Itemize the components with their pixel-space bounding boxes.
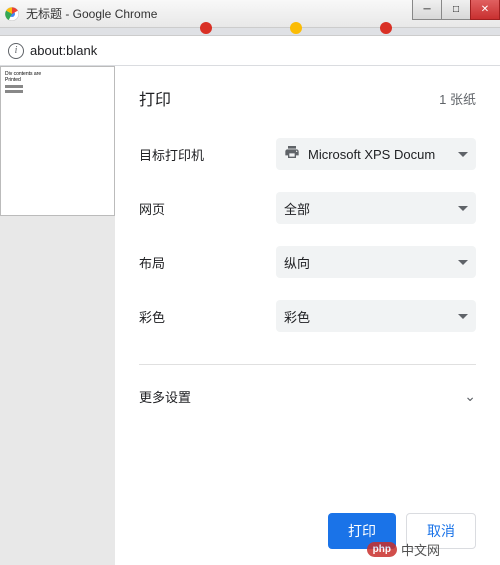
layout-label: 布局 — [139, 253, 219, 272]
print-dialog: Div contents are Printed 打印 1 张纸 目标打印机 M… — [0, 66, 500, 565]
color-value: 彩色 — [284, 307, 458, 326]
sheet-count: 1 张纸 — [439, 89, 476, 108]
watermark-text: 中文网 — [401, 540, 440, 559]
close-button[interactable]: ✕ — [470, 0, 500, 20]
print-title: 打印 — [139, 86, 171, 110]
print-button-label: 打印 — [348, 521, 376, 541]
row-layout: 布局 纵向 — [139, 246, 476, 278]
chevron-down-icon — [458, 260, 468, 265]
preview-content-line — [5, 85, 23, 88]
maximize-button[interactable]: □ — [441, 0, 471, 20]
chevron-down-icon — [458, 314, 468, 319]
window-title: 无标题 - Google Chrome — [26, 5, 157, 22]
preview-content-line — [5, 90, 23, 93]
cancel-button-label: 取消 — [427, 521, 455, 541]
more-settings-toggle[interactable]: 更多设置 ⌄ — [139, 383, 476, 410]
chevron-down-icon — [458, 206, 468, 211]
print-header: 打印 1 张纸 — [139, 86, 476, 110]
row-destination: 目标打印机 Microsoft XPS Docum — [139, 138, 476, 170]
color-label: 彩色 — [139, 307, 219, 326]
site-info-icon[interactable]: i — [8, 43, 24, 59]
url-text[interactable]: about:blank — [30, 43, 97, 58]
destination-value: Microsoft XPS Docum — [308, 147, 458, 162]
window-titlebar: 无标题 - Google Chrome ─ □ ✕ — [0, 0, 500, 28]
destination-select[interactable]: Microsoft XPS Docum — [276, 138, 476, 170]
window-controls: ─ □ ✕ — [413, 0, 500, 20]
pages-value: 全部 — [284, 199, 458, 218]
destination-label: 目标打印机 — [139, 145, 219, 164]
more-settings-label: 更多设置 — [139, 387, 191, 406]
preview-text-line: Printed — [5, 77, 110, 83]
row-pages: 网页 全部 — [139, 192, 476, 224]
separator — [139, 364, 476, 365]
chrome-favicon — [4, 6, 20, 22]
printer-icon — [284, 144, 300, 165]
print-preview-pane: Div contents are Printed — [0, 66, 115, 565]
tab-favicon[interactable] — [290, 22, 302, 34]
preview-page[interactable]: Div contents are Printed — [0, 66, 115, 216]
chevron-down-icon — [458, 152, 468, 157]
watermark-badge: php — [367, 542, 397, 557]
minimize-button[interactable]: ─ — [412, 0, 442, 20]
layout-value: 纵向 — [284, 253, 458, 272]
color-select[interactable]: 彩色 — [276, 300, 476, 332]
watermark: php 中文网 — [367, 540, 440, 559]
row-color: 彩色 彩色 — [139, 300, 476, 332]
address-bar: i about:blank — [0, 36, 500, 66]
tab-favicon[interactable] — [200, 22, 212, 34]
pages-label: 网页 — [139, 199, 219, 218]
pages-select[interactable]: 全部 — [276, 192, 476, 224]
chevron-down-icon: ⌄ — [464, 388, 476, 405]
tab-favicon[interactable] — [380, 22, 392, 34]
tab-strip — [0, 28, 500, 36]
layout-select[interactable]: 纵向 — [276, 246, 476, 278]
print-settings-panel: 打印 1 张纸 目标打印机 Microsoft XPS Docum 网页 全部 … — [115, 66, 500, 565]
